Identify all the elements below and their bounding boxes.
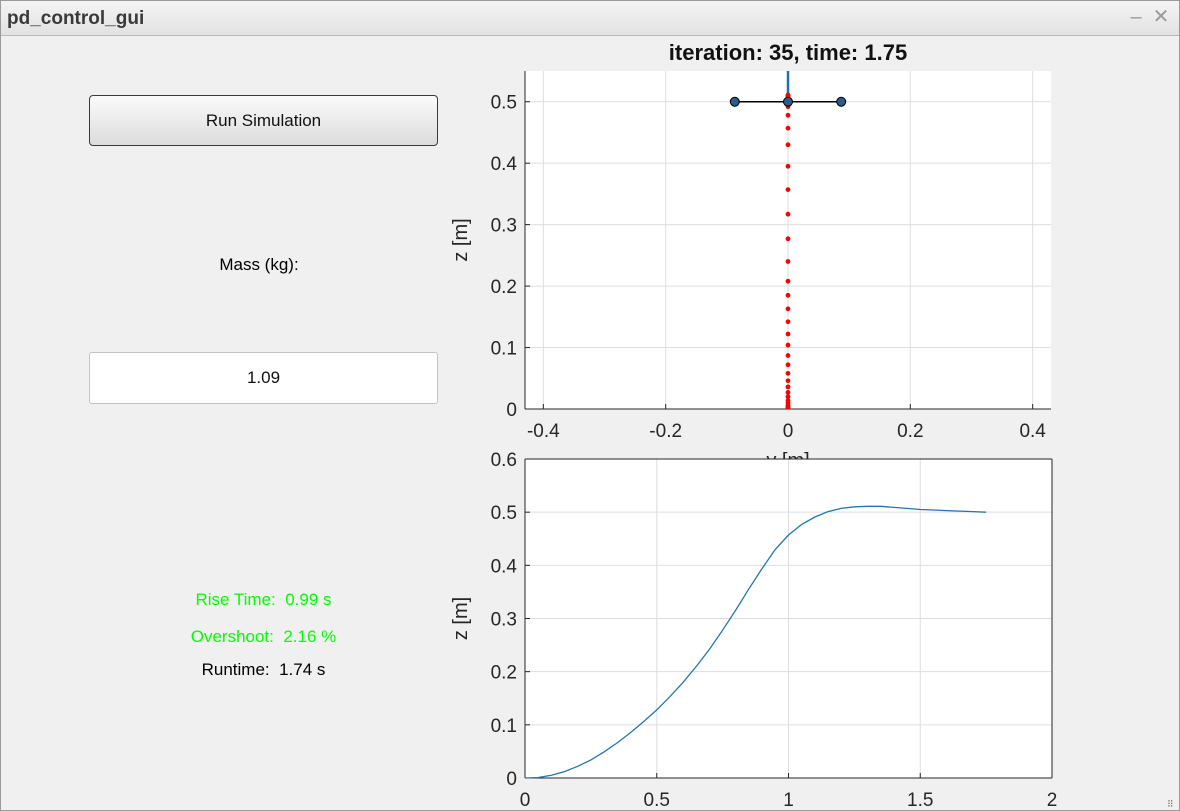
trajectory-point	[785, 125, 791, 131]
app-window: pd_control_gui – ✕ Run Simulation Mass (…	[0, 0, 1180, 811]
y-tick-label: 0.2	[491, 663, 517, 684]
vehicle-marker	[836, 96, 847, 107]
y-tick-label: 0.2	[491, 277, 517, 298]
trajectory-point	[785, 259, 791, 264]
x-tick-label: -0.2	[649, 421, 682, 442]
y-tick-label: 0.4	[491, 154, 518, 175]
plot-title: iteration: 35, time: 1.75	[669, 40, 907, 65]
trajectory-point	[785, 353, 791, 358]
trajectory-point	[785, 163, 791, 169]
trajectory-point	[785, 342, 791, 348]
trajectory-point	[785, 112, 791, 118]
y-tick-label: 0	[506, 400, 517, 421]
trajectory-point	[785, 378, 791, 384]
y-tick-label: 0	[506, 769, 517, 790]
x-tick-label: 0.4	[1019, 421, 1046, 442]
trajectory-point	[785, 390, 791, 395]
x-tick-label: 1	[783, 790, 794, 810]
x-tick-label: 1.5	[907, 790, 933, 810]
trajectory-point	[785, 292, 791, 298]
y-axis-label: z [m]	[450, 218, 472, 261]
y-tick-label: 0.6	[491, 450, 517, 471]
trajectory-point	[785, 306, 791, 312]
trajectory-point	[785, 384, 791, 390]
y-tick-label: 0.4	[491, 556, 518, 577]
y-tick-label: 0.3	[491, 216, 517, 237]
x-tick-label: 2	[1047, 790, 1058, 810]
y-tick-label: 0.3	[491, 610, 517, 631]
plot-1: -0.4-0.200.20.400.10.20.30.40.5z [m]y [m…	[450, 40, 1051, 472]
y-tick-label: 0.1	[491, 339, 517, 360]
x-tick-label: -0.4	[527, 421, 560, 442]
trajectory-point	[785, 370, 791, 376]
plots-canvas: -0.4-0.200.20.400.10.20.30.40.5z [m]y [m…	[450, 40, 1057, 810]
trajectory-point	[785, 211, 791, 217]
y-axis-label: z [m]	[450, 597, 472, 640]
trajectory-point	[785, 394, 791, 400]
x-tick-label: 0.2	[897, 421, 923, 442]
x-tick-label: 0	[783, 421, 794, 442]
y-tick-label: 0.5	[491, 93, 517, 114]
plot-2: 0 0.5 1 1.5 2 0 0.1 0.2 0.3 0.4 0.5 0.6 z [m]	[450, 450, 1057, 810]
vehicle-marker	[783, 96, 793, 107]
trajectory-point	[785, 278, 791, 284]
trajectory-point	[785, 187, 791, 193]
x-tick-label: 0.5	[644, 790, 670, 810]
y-tick-label: 0.5	[491, 503, 517, 524]
trajectory-point	[785, 236, 791, 242]
vehicle-marker	[729, 96, 740, 107]
trajectory-point	[785, 362, 791, 368]
resize-grip-icon[interactable]: ⠿	[1167, 799, 1177, 809]
x-tick-label: 0	[520, 790, 531, 810]
trajectory-point	[785, 331, 791, 337]
y-tick-label: 0.1	[491, 716, 517, 737]
trajectory-point	[785, 142, 791, 148]
trajectory-point	[785, 319, 791, 325]
